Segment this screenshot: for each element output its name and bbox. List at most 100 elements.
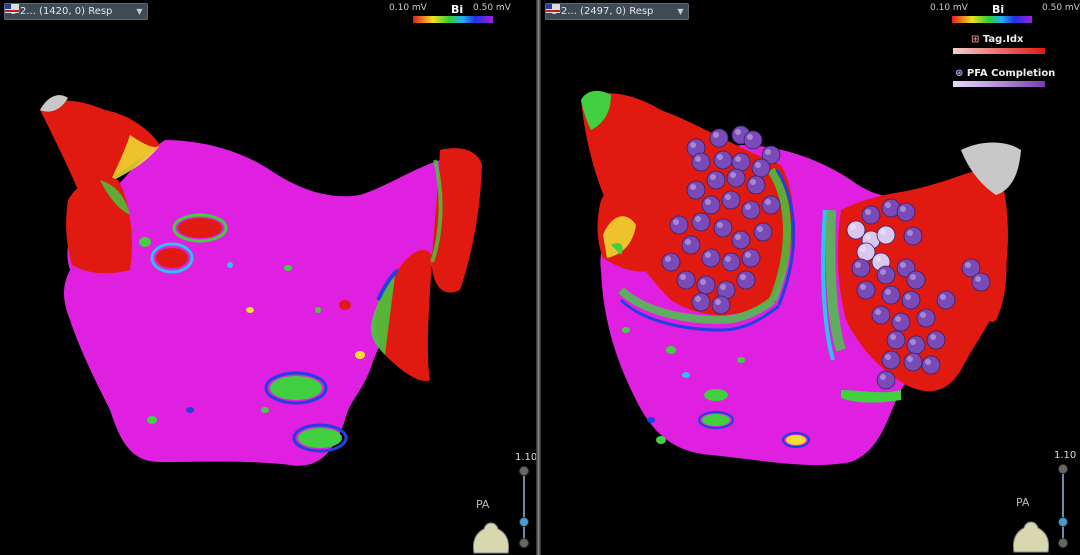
ablation-tag-highlight xyxy=(695,216,701,222)
ablation-tag[interactable] xyxy=(721,190,741,210)
tag-index-bar xyxy=(953,48,1045,54)
ablation-tag[interactable] xyxy=(846,220,866,240)
ablation-tag-highlight xyxy=(715,299,721,305)
ablation-tag[interactable] xyxy=(713,150,733,170)
ablation-tag-highlight xyxy=(735,156,741,162)
map-selector-dropdown[interactable]: 8-2... (1420, 0) Resp ▼ xyxy=(4,3,148,20)
ablation-tag-highlight xyxy=(665,256,671,262)
zoom-top-knob[interactable] xyxy=(519,466,529,476)
ablation-tag[interactable] xyxy=(886,330,906,350)
orientation-label: PA xyxy=(476,498,490,511)
ablation-tag[interactable] xyxy=(743,130,763,150)
ablation-tag-highlight xyxy=(725,194,731,200)
left-map-viewport[interactable]: 8-2... (1420, 0) Resp ▼ 0.10 mV Bi 0.50 … xyxy=(0,0,536,555)
pfa-completion-label: PFA Completion xyxy=(966,68,1056,79)
ablation-tag[interactable] xyxy=(881,350,901,370)
ablation-tag[interactable] xyxy=(701,248,721,268)
ablation-tag-highlight xyxy=(890,334,896,340)
ablation-tag[interactable] xyxy=(896,202,916,222)
ablation-tag[interactable] xyxy=(876,225,896,245)
left-anatomy-render[interactable] xyxy=(0,0,536,555)
ablation-tag[interactable] xyxy=(706,170,726,190)
ablation-tag-highlight xyxy=(885,289,891,295)
ablation-tag[interactable] xyxy=(876,265,896,285)
orientation-label: PA xyxy=(1016,496,1030,509)
ablation-tag[interactable] xyxy=(669,215,689,235)
orientation-torso-icon[interactable] xyxy=(1006,512,1056,554)
ablation-tag-highlight xyxy=(705,199,711,205)
ablation-tag[interactable] xyxy=(751,158,771,178)
ablation-tag-highlight xyxy=(740,274,746,280)
ablation-tag[interactable] xyxy=(856,280,876,300)
ablation-tag[interactable] xyxy=(856,242,876,262)
ablation-tag[interactable] xyxy=(971,272,991,292)
zoom-bottom-knob[interactable] xyxy=(1058,538,1068,548)
ablation-tag[interactable] xyxy=(709,128,729,148)
ablation-tag-highlight xyxy=(975,276,981,282)
ablation-tag-highlight xyxy=(745,204,751,210)
ablation-tag[interactable] xyxy=(891,312,911,332)
legend-color-bar xyxy=(413,16,493,23)
ablation-tag[interactable] xyxy=(676,270,696,290)
ablation-tag[interactable] xyxy=(936,290,956,310)
ablation-tag[interactable] xyxy=(696,275,716,295)
zoom-top-knob[interactable] xyxy=(1058,464,1068,474)
ablation-tag[interactable] xyxy=(916,308,936,328)
ablation-tag[interactable] xyxy=(906,270,926,290)
ablation-tag[interactable] xyxy=(851,258,871,278)
ablation-tag-highlight xyxy=(905,294,911,300)
legend-min: 0.10 mV xyxy=(930,3,968,13)
ablation-tag[interactable] xyxy=(741,200,761,220)
zoom-value: 1.10 xyxy=(1054,450,1077,461)
ablation-tag-highlight xyxy=(695,156,701,162)
ablation-tag[interactable] xyxy=(691,152,711,172)
ablation-tag-highlight xyxy=(680,274,686,280)
ablation-tag[interactable] xyxy=(881,285,901,305)
ablation-tag[interactable] xyxy=(701,195,721,215)
ablation-tag-highlight xyxy=(865,209,871,215)
ablation-tag[interactable] xyxy=(691,212,711,232)
ablation-tag-highlight xyxy=(880,374,886,380)
ablation-tag[interactable] xyxy=(661,252,681,272)
zoom-slider-handle[interactable] xyxy=(1058,517,1068,527)
right-map-viewport[interactable]: 8-2... (2497, 0) Resp ▼ 0.10 mV Bi 0.50 … xyxy=(541,0,1080,555)
ablation-tag[interactable] xyxy=(711,295,731,315)
bipolar-voltage-legend: 0.10 mV Bi 0.50 mV xyxy=(930,3,1080,25)
map-name-label: 8-2... (1420, 0) Resp xyxy=(10,6,113,17)
ablation-tag[interactable] xyxy=(921,355,941,375)
ablation-tag-highlight xyxy=(710,174,716,180)
tag-index-icon: ⊞ xyxy=(971,34,980,45)
ablation-tag[interactable] xyxy=(753,222,773,242)
ablation-tag[interactable] xyxy=(903,352,923,372)
ablation-tag[interactable] xyxy=(906,335,926,355)
ablation-tag[interactable] xyxy=(731,152,751,172)
ablation-tag-highlight xyxy=(900,262,906,268)
bipolar-voltage-legend: 0.10 mV Bi 0.50 mV xyxy=(389,3,511,25)
ablation-tag[interactable] xyxy=(736,270,756,290)
ablation-tag[interactable] xyxy=(691,292,711,312)
zoom-slider-handle[interactable] xyxy=(519,517,529,527)
ablation-tag[interactable] xyxy=(686,180,706,200)
ablation-tag[interactable] xyxy=(746,175,766,195)
zoom-bottom-knob[interactable] xyxy=(519,538,529,548)
ablation-tag-highlight xyxy=(875,256,881,262)
ablation-tag[interactable] xyxy=(681,235,701,255)
ablation-tag[interactable] xyxy=(721,252,741,272)
ablation-tag[interactable] xyxy=(741,248,761,268)
ablation-tag-highlight xyxy=(747,134,753,140)
ablation-tag[interactable] xyxy=(731,230,751,250)
ablation-tag-highlight xyxy=(880,269,886,275)
orientation-torso-icon[interactable] xyxy=(466,513,516,555)
ablation-tag[interactable] xyxy=(903,226,923,246)
ablation-tag[interactable] xyxy=(876,370,896,390)
ablation-tag[interactable] xyxy=(861,205,881,225)
ablation-tag[interactable] xyxy=(761,195,781,215)
ablation-tag[interactable] xyxy=(871,305,891,325)
ablation-tag[interactable] xyxy=(713,218,733,238)
ablation-tag[interactable] xyxy=(726,168,746,188)
ablation-tag[interactable] xyxy=(901,290,921,310)
zoom-slider-track[interactable] xyxy=(1062,474,1064,548)
ablation-tag[interactable] xyxy=(926,330,946,350)
ablation-tag-highlight xyxy=(850,224,856,230)
map-selector-dropdown[interactable]: 8-2... (2497, 0) Resp ▼ xyxy=(545,3,689,20)
